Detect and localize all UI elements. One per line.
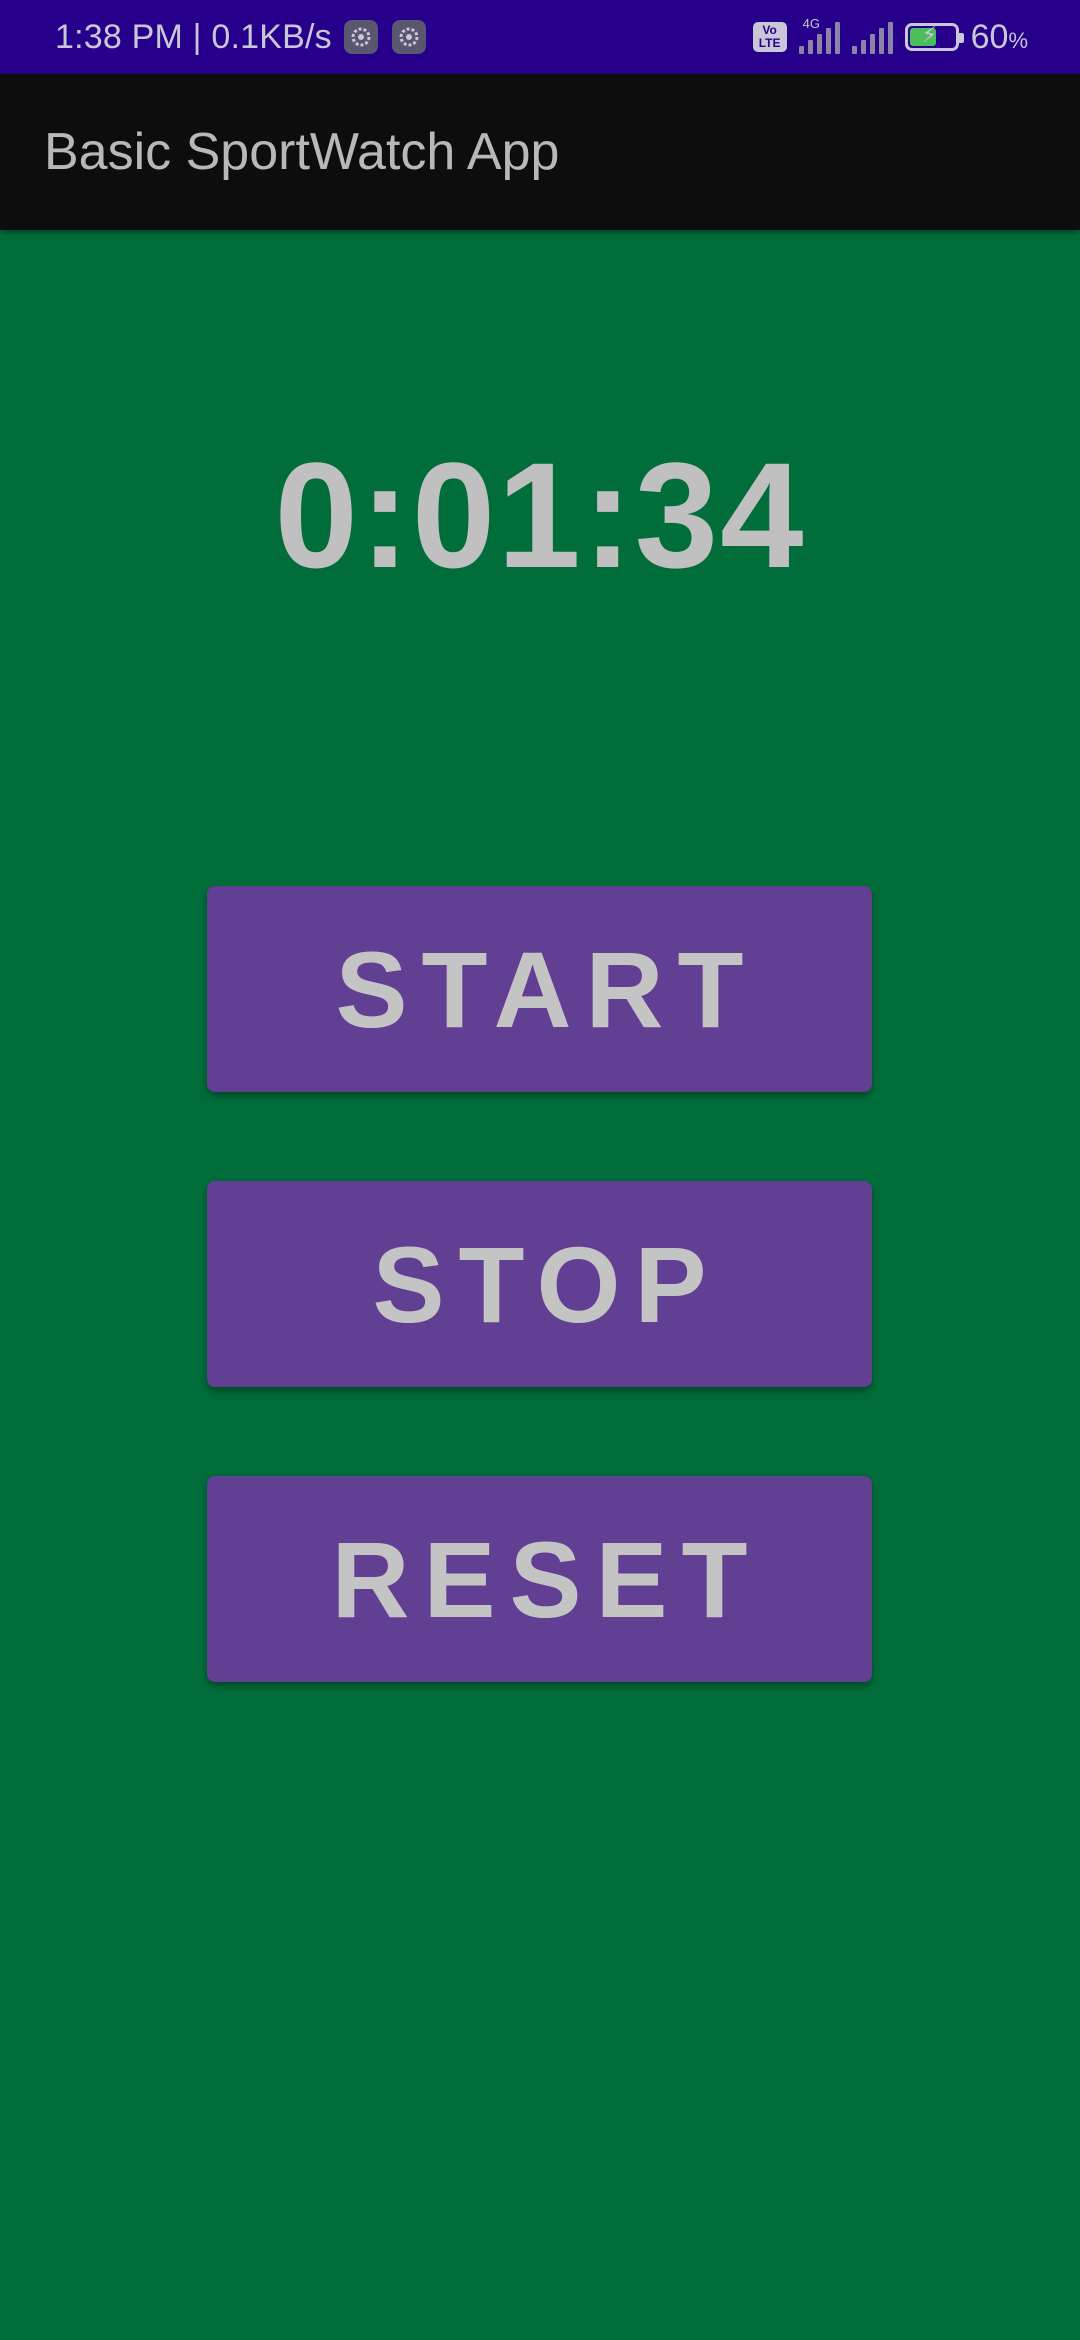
volte-icon: Vo LTE — [752, 22, 787, 52]
signal-no-service-icon — [851, 20, 893, 54]
settings-gear-icon — [391, 20, 426, 54]
status-right: Vo LTE 4G ⚡ 60% — [752, 0, 1028, 74]
volte-bottom-label: LTE — [758, 36, 781, 50]
lightning-bolt-icon: ⚡ — [921, 22, 938, 47]
status-bar: 1:38 PM | 0.1KB/s Vo LTE 4G ⚡ 60 % — [0, 0, 1080, 74]
battery-charging-icon: ⚡ — [904, 22, 964, 51]
status-time-speed: 1:38 PM | 0.1KB/s — [55, 17, 332, 56]
settings-gear-icon — [343, 20, 378, 54]
status-left: 1:38 PM | 0.1KB/s — [55, 0, 426, 74]
stopwatch-display: 0:01:34 — [274, 431, 806, 599]
app-title: Basic SportWatch App — [44, 123, 560, 181]
start-button[interactable]: START — [207, 886, 872, 1092]
signal-4g-icon: 4G — [798, 16, 840, 54]
battery-percent-value: 60 — [970, 17, 1009, 56]
reset-button[interactable]: RESET — [207, 1476, 872, 1682]
battery-percent-sign: % — [1008, 27, 1028, 53]
network-type-label: 4G — [802, 16, 820, 31]
battery-percent: 60% — [971, 18, 1028, 57]
app-bar: Basic SportWatch App — [0, 74, 1080, 230]
stop-button[interactable]: STOP — [207, 1181, 872, 1387]
